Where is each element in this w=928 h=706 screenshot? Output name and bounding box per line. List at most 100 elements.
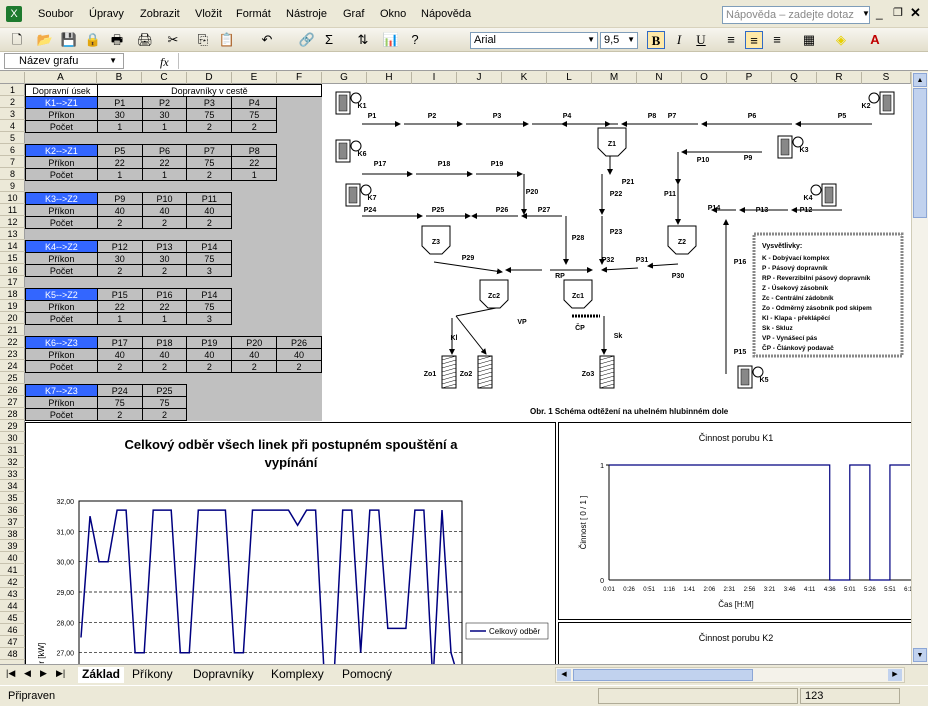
label-cell[interactable]: Příkon: [25, 204, 98, 217]
conveyor-cell[interactable]: P7: [186, 144, 233, 157]
empty-cell[interactable]: [231, 240, 277, 253]
empty-row[interactable]: [25, 324, 322, 337]
conveyor-cell[interactable]: P2: [141, 96, 188, 109]
col-header[interactable]: C: [142, 72, 187, 84]
route-name-cell[interactable]: K1-->Z1: [25, 96, 98, 109]
align-left-icon[interactable]: ≡: [722, 31, 740, 49]
pocet-cell[interactable]: 2: [186, 120, 233, 133]
label-cell[interactable]: Počet: [25, 264, 98, 277]
pocet-cell[interactable]: 1: [96, 120, 143, 133]
route-name-cell[interactable]: K7-->Z3: [25, 384, 98, 397]
row-header[interactable]: 29: [0, 420, 25, 432]
row-header[interactable]: 12: [0, 216, 25, 228]
prikon-cell[interactable]: 30: [141, 252, 188, 265]
permission-icon[interactable]: 🔒: [84, 31, 102, 49]
label-cell[interactable]: Počet: [25, 216, 98, 229]
bold-button[interactable]: B: [647, 31, 665, 49]
worksheet[interactable]: Dopravní úsek Dopravníky v cestě K1-->Z1 P1…: [25, 84, 911, 664]
menu-soubor[interactable]: Soubor: [38, 8, 73, 20]
scroll-thumb[interactable]: [913, 88, 927, 218]
k1-chart[interactable]: Činnost porubu K1 1 0 Činnost [ 0 / 1 ] 0:01…: [558, 422, 911, 620]
empty-cell[interactable]: [231, 204, 277, 217]
row-header[interactable]: 40: [0, 552, 25, 564]
scroll-up-icon[interactable]: ▲: [913, 73, 927, 87]
prikon-cell[interactable]: 40: [231, 348, 278, 361]
scroll-left-icon[interactable]: ◀: [557, 669, 571, 681]
prikon-cell[interactable]: 30: [96, 108, 143, 121]
row-header[interactable]: 32: [0, 456, 25, 468]
row-header[interactable]: 33: [0, 468, 25, 480]
conveyor-cell[interactable]: P5: [96, 144, 143, 157]
row-header[interactable]: 43: [0, 588, 25, 600]
prikon-cell[interactable]: 75: [186, 252, 233, 265]
row-header[interactable]: 20: [0, 312, 25, 324]
conveyor-cell[interactable]: P4: [231, 96, 278, 109]
first-sheet-icon[interactable]: |◀: [6, 668, 15, 679]
row-header[interactable]: 3: [0, 108, 25, 120]
label-cell[interactable]: Počet: [25, 408, 98, 421]
excel-icon[interactable]: X: [6, 6, 22, 22]
new-icon[interactable]: 🗋: [8, 31, 26, 49]
formula-input[interactable]: [178, 53, 923, 69]
prikon-cell[interactable]: 40: [276, 348, 322, 361]
row-header[interactable]: 35: [0, 492, 25, 504]
prikon-cell[interactable]: 75: [186, 156, 233, 169]
empty-cell[interactable]: [231, 408, 277, 421]
col-header[interactable]: S: [862, 72, 911, 84]
empty-cell[interactable]: [276, 204, 322, 217]
label-cell[interactable]: Počet: [25, 360, 98, 373]
font-size-select[interactable]: 9,5 ▼: [600, 32, 638, 49]
conveyor-cell[interactable]: P12: [96, 240, 143, 253]
empty-cell[interactable]: [276, 120, 322, 133]
row-header[interactable]: 47: [0, 636, 25, 648]
col-header[interactable]: E: [232, 72, 277, 84]
label-cell[interactable]: Příkon: [25, 252, 98, 265]
prikon-cell[interactable]: 75: [231, 108, 278, 121]
label-cell[interactable]: Příkon: [25, 300, 98, 313]
pocet-cell[interactable]: 2: [141, 360, 188, 373]
pocet-cell[interactable]: 2: [96, 408, 143, 421]
empty-cell[interactable]: [276, 384, 322, 397]
row-header[interactable]: 19: [0, 300, 25, 312]
col-header[interactable]: O: [682, 72, 727, 84]
next-sheet-icon[interactable]: ▶: [40, 668, 47, 679]
empty-cell[interactable]: [186, 384, 232, 397]
menu-vlozit[interactable]: Vložit: [195, 8, 222, 20]
conveyor-cell[interactable]: P8: [231, 144, 278, 157]
horizontal-scrollbar[interactable]: ◀ ▶: [555, 667, 905, 683]
row-header[interactable]: 10: [0, 192, 25, 204]
header-cell[interactable]: Dopravníky v cestě: [96, 84, 323, 97]
last-sheet-icon[interactable]: ▶|: [56, 668, 65, 679]
pocet-cell[interactable]: 2: [186, 216, 233, 229]
autosum-icon[interactable]: Σ: [320, 31, 338, 49]
menu-okno[interactable]: Okno: [380, 8, 406, 20]
empty-cell[interactable]: [231, 312, 277, 325]
col-header[interactable]: B: [97, 72, 142, 84]
col-header[interactable]: D: [187, 72, 232, 84]
pocet-cell[interactable]: 2: [231, 120, 278, 133]
empty-cell[interactable]: [276, 252, 322, 265]
sort-icon[interactable]: ⇅: [354, 31, 372, 49]
row-header[interactable]: 31: [0, 444, 25, 456]
empty-cell[interactable]: [276, 216, 322, 229]
font-select[interactable]: Arial ▼: [470, 32, 598, 49]
conveyor-cell[interactable]: P15: [96, 288, 143, 301]
empty-cell[interactable]: [231, 216, 277, 229]
prikon-cell[interactable]: 22: [231, 156, 278, 169]
row-header[interactable]: 46: [0, 624, 25, 636]
empty-cell[interactable]: [186, 396, 232, 409]
undo-icon[interactable]: ↶: [258, 31, 276, 49]
col-header[interactable]: Q: [772, 72, 817, 84]
tab-dopravniky[interactable]: Dopravníky: [193, 667, 254, 683]
pocet-cell[interactable]: 1: [231, 168, 278, 181]
pocet-cell[interactable]: 2: [276, 360, 322, 373]
col-header[interactable]: J: [457, 72, 502, 84]
row-header[interactable]: 23: [0, 348, 25, 360]
open-icon[interactable]: 📂: [36, 31, 54, 49]
tab-pomocny[interactable]: Pomocný: [342, 667, 392, 683]
row-header[interactable]: 38: [0, 528, 25, 540]
conveyor-cell[interactable]: P14: [186, 288, 233, 301]
conveyor-cell[interactable]: P10: [141, 192, 188, 205]
pocet-cell[interactable]: 3: [186, 312, 233, 325]
conveyor-cell[interactable]: P18: [141, 336, 188, 349]
